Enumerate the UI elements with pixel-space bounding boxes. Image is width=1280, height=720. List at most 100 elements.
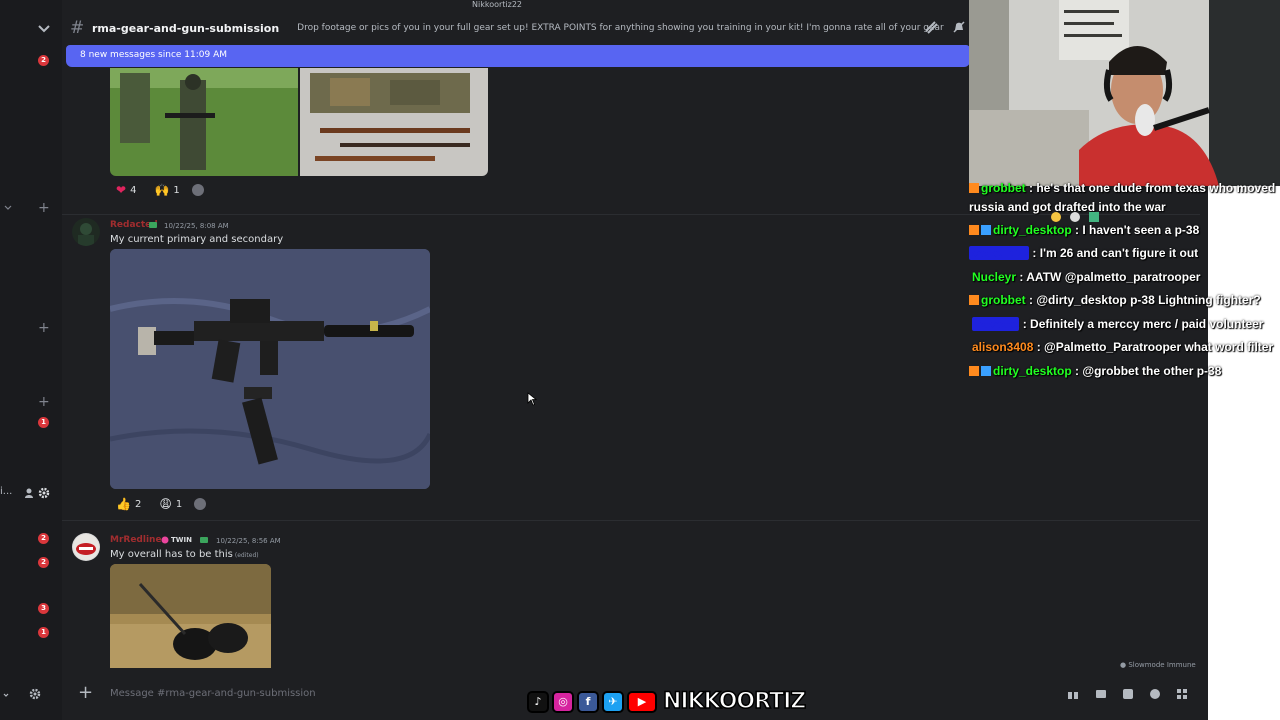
threads-icon[interactable] [924,20,938,34]
unread-badge: 3 [38,603,49,614]
gif-icon[interactable] [1095,688,1107,700]
add-channel-icon[interactable]: + [38,321,50,335]
chat-text: : he's that one dude from texas who move… [1029,181,1276,195]
instagram-icon: ◎ [552,690,574,713]
facebook-icon: f [577,690,599,713]
unread-badge: 1 [38,417,49,428]
reaction-heart[interactable]: ❤ 4 [110,180,142,200]
attachment-image[interactable] [300,68,488,176]
chat-username: dirty_desktop [993,364,1072,378]
emoji-icon[interactable] [1149,688,1161,700]
youtube-icon: ▶ [627,690,657,713]
message-input[interactable]: Message #rma-gear-and-gun-submission [110,688,316,699]
tag-heart-icon [161,536,169,544]
new-messages-banner[interactable]: 8 new messages since 11:09 AM [66,45,970,67]
add-channel-icon[interactable]: + [38,201,50,215]
gear-icon[interactable] [29,688,41,700]
top-username: Nikkoortiz22 [472,0,523,9]
message-timestamp: 10/22/25, 8:08 AM [164,222,229,230]
avatar[interactable] [72,533,100,561]
chat-text: : I'm 26 and can't figure it out [1032,246,1199,260]
chat-username: grobbet [981,293,1026,307]
chat-text: : @grobbet the other p-38 [1075,364,1222,378]
chat-username: alison3408 [972,340,1034,354]
slowmode-label: ● Slowmode Immune [1120,661,1196,669]
chat-line: dirty_desktop : @grobbet the other p-38 [969,364,1221,378]
reaction-count: 2 [134,498,142,510]
chat-text: : @dirty_desktop p-38 Lightning fighter? [1029,293,1261,307]
role-icon [149,222,157,228]
chat-line: xxxxx_42k : I'm 26 and can't figure it o… [969,246,1198,260]
chat-text: : @Palmetto_Paratrooper what word filter [1036,340,1274,354]
gear-icon[interactable] [38,487,50,499]
mute-bell-icon[interactable] [952,20,966,34]
chat-line: grobbet : @dirty_desktop p-38 Lightning … [969,293,1261,307]
mouse-cursor-icon [527,392,537,406]
reaction-raised-hands[interactable]: 🙌 1 [148,180,185,200]
app-root: 2 + + + 1 i... 2 2 3 1 Nikkoortiz22 # rm… [0,0,1280,720]
attachment-image[interactable] [110,249,430,489]
chat-line: Nucleyr : AATW @palmetto_paratrooper [969,270,1200,284]
thumbs-up-emoji-icon: 👍 [116,497,131,511]
channel-hash-icon: # [70,18,85,38]
message-author[interactable]: MrRedline [110,535,162,545]
add-attachment-button[interactable]: + [78,684,93,702]
chat-line: alison3408 : @Palmetto_Paratrooper what … [969,340,1273,354]
chat-username: Txxxxxx [972,317,1020,331]
add-reaction-icon[interactable] [194,498,207,510]
chat-text: : AATW @palmetto_paratrooper [1019,270,1201,284]
weary-face-emoji-icon: 😩 [159,497,172,511]
reaction-count: 1 [175,498,183,510]
channel-label-truncated[interactable]: i... [0,486,12,497]
add-member-icon[interactable] [24,487,36,499]
message-text-container: My overall has to be this (edited) [110,549,259,560]
badge-icon [969,295,979,305]
add-reaction-icon[interactable] [191,184,204,196]
streamer-handle: NIKKOORTIZ [662,688,807,715]
edited-label: (edited) [234,552,259,559]
chat-line: grobbet : he's that one dude from texas … [969,181,1275,195]
reaction-thumbs-up[interactable]: 👍 2 [110,494,147,514]
attachment-image[interactable] [110,68,298,176]
unread-badge: 2 [38,55,49,66]
unread-badge: 1 [38,627,49,638]
badge-icon [969,225,979,235]
badge-icon [981,366,991,376]
reaction-count: 4 [130,184,137,196]
stream-chat-overlay: grobbet : he's that one dude from texas … [969,180,1280,396]
badge-icon [981,225,991,235]
chat-username: xxxxx_42k [969,246,1030,260]
emoji-icon[interactable] [1051,212,1061,222]
server-tag[interactable]: TWIN [171,536,192,544]
avatar[interactable] [72,218,100,246]
raised-hands-emoji-icon: 🙌 [154,183,170,197]
badge-icon [969,366,979,376]
chat-username: dirty_desktop [993,223,1072,237]
reply-icon[interactable] [1070,212,1081,222]
channel-name: rma-gear-and-gun-submission [92,21,280,35]
reactions-row: ❤ 4 🙌 1 [110,180,204,200]
social-handle-bar: ♪ ◎ f ✈ ▶ NIKKOORTIZ [527,688,807,715]
apps-icon[interactable] [1176,688,1188,700]
webcam-overlay [969,0,1280,186]
reaction-count: 1 [173,184,180,196]
sticker-icon[interactable] [1122,688,1134,700]
role-icon [200,537,208,543]
channel-topic[interactable]: Drop footage or pics of you in your full… [297,23,947,33]
twitter-icon: ✈ [602,690,624,713]
new-messages-text: 8 new messages since 11:09 AM [80,50,228,60]
chevron-down-icon[interactable] [0,689,12,701]
add-channel-icon[interactable]: + [38,395,50,409]
gift-icon[interactable] [1067,688,1079,700]
check-icon[interactable] [1089,212,1100,222]
unread-badge: 2 [38,557,49,568]
chevron-down-icon[interactable] [36,20,52,36]
message-text: My current primary and secondary [110,234,284,245]
chat-line: dirty_desktop : I haven't seen a p-38 [969,223,1199,237]
chevron-down-icon[interactable] [4,204,12,212]
attachment-image[interactable] [110,564,271,668]
unread-badge: 2 [38,533,49,544]
message-text: My overall has to be this [110,549,233,560]
reaction-weary-face[interactable]: 😩 1 [153,494,188,514]
server-channel-rail: 2 + + + 1 i... 2 2 3 1 [0,0,62,720]
